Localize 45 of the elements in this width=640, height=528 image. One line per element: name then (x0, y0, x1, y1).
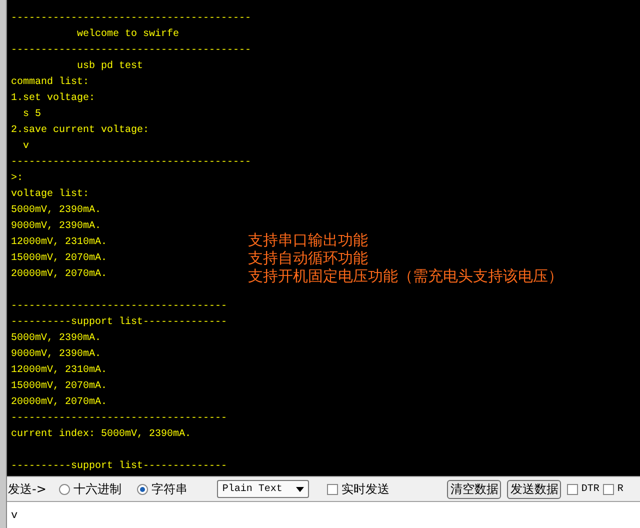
terminal-line: usb pd test (76, 60, 144, 74)
checkbox-label[interactable]: 实时发送 (341, 480, 390, 498)
terminal-line: 12000mV, 2310mA. (11, 364, 108, 378)
terminal-line: 9000mV, 2390mA. (11, 220, 102, 234)
terminal-line: voltage list: (11, 188, 90, 202)
terminal-line: ----------support list-------------- (11, 460, 228, 474)
terminal-line: welcome to swirfe (76, 28, 180, 42)
terminal-line: ------------------------------------ (11, 412, 228, 426)
action-button[interactable]: 清空数据 (447, 480, 502, 498)
terminal-line: 2.save current voltage: (11, 124, 150, 138)
radio-button[interactable] (59, 484, 70, 494)
checkbox[interactable] (327, 484, 338, 494)
checkbox-label[interactable]: R (617, 484, 624, 494)
radio-button[interactable] (137, 484, 148, 494)
terminal-line: ---------------------------------------- (11, 12, 252, 26)
annotation-text: 支持自动循环功能 (248, 249, 368, 267)
terminal-line: 15000mV, 2070mA. (11, 380, 108, 394)
caret-icon (296, 486, 304, 492)
radio-label[interactable]: 字符串 (151, 480, 188, 498)
annotation-text: 支持开机固定电压功能（需充电头支持该电压） (248, 267, 563, 285)
terminal-line: >: (11, 172, 24, 186)
terminal-line: 15000mV, 2070mA. (11, 252, 108, 266)
action-button[interactable]: 发送数据 (507, 480, 562, 498)
annotation-text: 支持串口输出功能 (248, 231, 368, 249)
checkbox[interactable] (603, 484, 614, 494)
terminal-line: ---------------------------------------- (11, 44, 252, 58)
checkbox-label[interactable]: DTR (581, 484, 600, 494)
terminal-line: ----------support list-------------- (11, 316, 228, 330)
terminal-line: 20000mV, 2070mA. (11, 268, 108, 282)
terminal-line: 12000mV, 2310mA. (11, 236, 108, 250)
terminal-line: command list: (11, 76, 90, 90)
terminal-line: 5000mV, 2390mA. (11, 332, 102, 346)
terminal-line: current index: 5000mV, 2390mA. (11, 428, 192, 442)
terminal-line: s 5 (22, 108, 42, 122)
terminal-line: 1.set voltage: (11, 92, 96, 106)
send-label: 发送-> (8, 480, 46, 498)
terminal-line: ------------------------------------ (11, 300, 228, 314)
terminal-line: ---------------------------------------- (11, 156, 252, 170)
terminal-line: v (22, 140, 30, 154)
terminal-line: 5000mV, 2390mA. (11, 204, 102, 218)
terminal-line: 20000mV, 2070mA. (11, 396, 108, 410)
checkbox[interactable] (567, 484, 578, 494)
radio-label[interactable]: 十六进制 (73, 480, 122, 498)
format-dropdown[interactable]: Plain Text (217, 480, 310, 498)
terminal-line: 9000mV, 2390mA. (11, 348, 102, 362)
